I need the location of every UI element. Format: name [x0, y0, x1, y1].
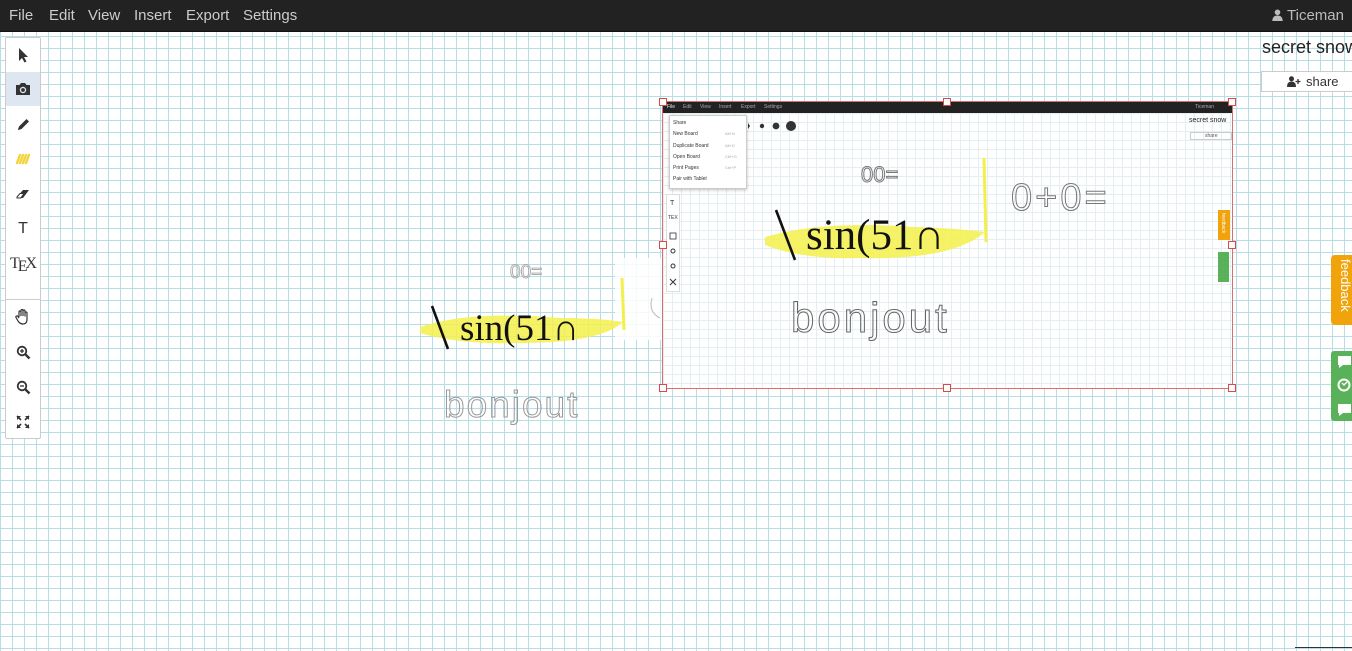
selection-frame[interactable] — [662, 101, 1233, 389]
scribble-word: bonjout — [444, 384, 579, 425]
resize-handle[interactable] — [943, 384, 951, 392]
divider-line — [1295, 647, 1352, 648]
resize-handle[interactable] — [943, 98, 951, 106]
resize-handle[interactable] — [659, 384, 667, 392]
resize-handle[interactable] — [659, 98, 667, 106]
resize-handle[interactable] — [1228, 98, 1236, 106]
resize-handle[interactable] — [1228, 384, 1236, 392]
highlight-stroke-vertical — [620, 277, 626, 331]
ink-fragment — [650, 297, 661, 319]
resize-handle[interactable] — [1228, 241, 1236, 249]
resize-handle[interactable] — [659, 241, 667, 249]
formula-text: sin(51∩ — [460, 308, 579, 349]
scribble-top: 00= — [510, 262, 542, 283]
